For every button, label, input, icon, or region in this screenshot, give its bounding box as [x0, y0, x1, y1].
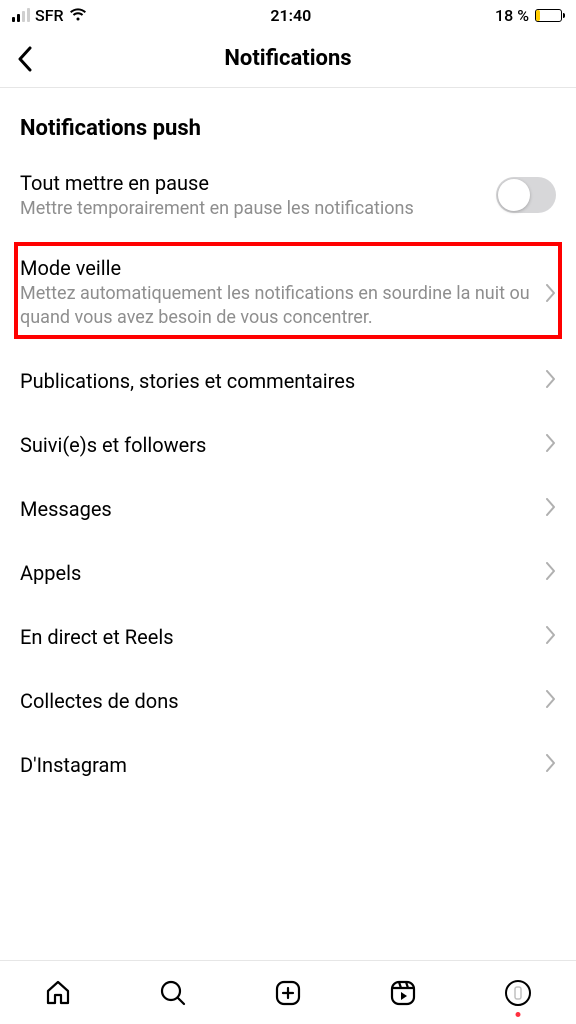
pause-all-row: Tout mettre en pause Mettre temporaireme… [20, 161, 556, 242]
link-from-ig[interactable]: D'Instagram [20, 733, 556, 797]
chevron-right-icon [546, 434, 556, 456]
pause-all-text: Tout mettre en pause Mettre temporaireme… [20, 171, 496, 220]
toggle-knob [498, 179, 530, 211]
chevron-right-icon [546, 370, 556, 392]
tab-search[interactable] [153, 973, 193, 1013]
battery-pct: 18 % [495, 6, 529, 25]
link-fundraisers-label: Collectes de dons [20, 689, 179, 713]
reels-icon [389, 979, 417, 1007]
chevron-left-icon [17, 46, 33, 72]
notification-dot-icon [516, 1012, 521, 1017]
quiet-mode-row[interactable]: Mode veille Mettez automatiquement les n… [20, 252, 556, 329]
status-left: SFR [12, 6, 87, 25]
link-posts[interactable]: Publications, stories et commentaires [20, 349, 556, 413]
status-time: 21:40 [270, 6, 311, 25]
pause-all-label: Tout mettre en pause [20, 171, 486, 195]
quiet-mode-text: Mode veille Mettez automatiquement les n… [20, 256, 546, 329]
wifi-icon [69, 6, 87, 25]
create-icon [274, 979, 302, 1007]
tab-reels[interactable] [383, 973, 423, 1013]
chevron-right-icon [546, 498, 556, 520]
status-bar: SFR 21:40 18 % [0, 0, 576, 30]
page-title: Notifications [0, 46, 576, 71]
link-following-label: Suivi(e)s et followers [20, 433, 206, 457]
tab-home[interactable] [38, 973, 78, 1013]
highlight-annotation: Mode veille Mettez automatiquement les n… [14, 242, 562, 339]
search-icon [159, 979, 187, 1007]
tab-profile[interactable] [498, 973, 538, 1013]
chevron-right-icon [546, 754, 556, 776]
link-messages[interactable]: Messages [20, 477, 556, 541]
profile-icon [504, 979, 532, 1007]
link-live[interactable]: En direct et Reels [20, 605, 556, 669]
tab-bar [0, 960, 576, 1024]
status-right: 18 % [495, 6, 562, 25]
battery-icon [535, 9, 562, 22]
section-title: Notifications push [20, 116, 556, 141]
link-live-label: En direct et Reels [20, 625, 174, 649]
pause-all-desc: Mettre temporairement en pause les notif… [20, 197, 486, 220]
link-messages-label: Messages [20, 497, 112, 521]
signal-icon [12, 8, 30, 22]
chevron-right-icon [546, 626, 556, 648]
link-from-ig-label: D'Instagram [20, 753, 127, 777]
quiet-mode-label: Mode veille [20, 256, 536, 280]
content: Notifications push Tout mettre en pause … [0, 88, 576, 797]
home-icon [44, 979, 72, 1007]
back-button[interactable] [0, 30, 50, 87]
chevron-right-icon [546, 284, 556, 306]
quiet-mode-desc: Mettez automatiquement les notifications… [20, 282, 536, 329]
link-fundraisers[interactable]: Collectes de dons [20, 669, 556, 733]
tab-create[interactable] [268, 973, 308, 1013]
link-calls[interactable]: Appels [20, 541, 556, 605]
chevron-right-icon [546, 562, 556, 584]
chevron-right-icon [546, 690, 556, 712]
link-calls-label: Appels [20, 561, 81, 585]
link-following[interactable]: Suivi(e)s et followers [20, 413, 556, 477]
pause-all-toggle[interactable] [496, 177, 556, 213]
carrier-label: SFR [35, 6, 64, 25]
link-posts-label: Publications, stories et commentaires [20, 369, 355, 393]
nav-header: Notifications [0, 30, 576, 88]
